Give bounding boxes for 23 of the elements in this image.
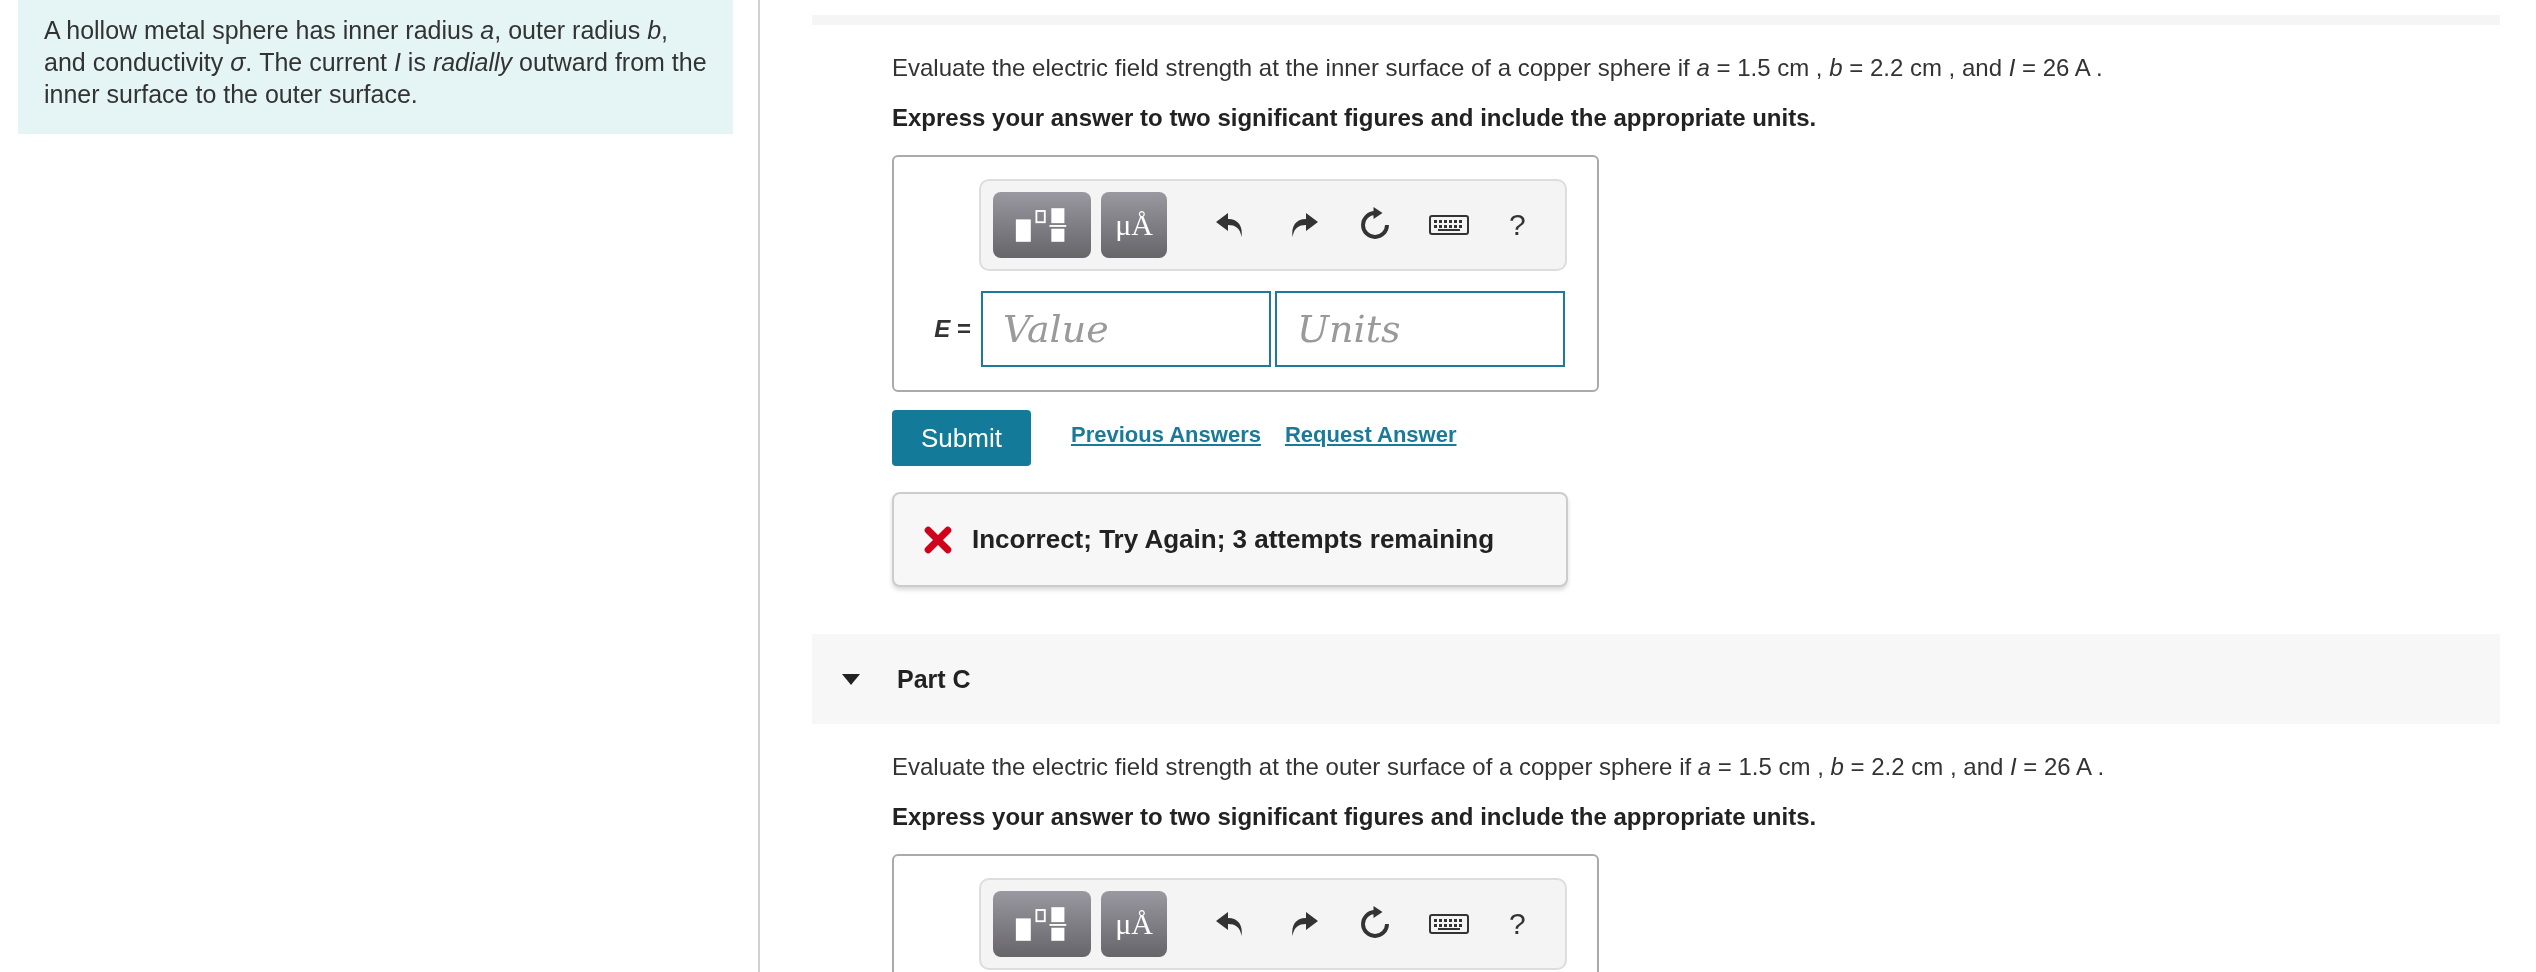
units-button[interactable]: μÅ	[1101, 891, 1167, 957]
help-button[interactable]: ?	[1503, 906, 1532, 942]
templates-button[interactable]	[993, 891, 1091, 957]
value-field[interactable]: Value	[981, 291, 1271, 367]
templates-button[interactable]	[993, 192, 1091, 258]
instruction-text: Express your answer to two significant figures and include the appropriate units.	[892, 103, 1818, 133]
keyboard-icon[interactable]	[1429, 214, 1469, 236]
question-text: Evaluate the electric field strength at the inner surface of a copper sphere if a = 1.5 cm , b = 2.2 cm , and I = 26 A .	[892, 53, 2104, 83]
units-button[interactable]: μÅ	[1101, 192, 1167, 258]
submit-button[interactable]: Submit	[892, 410, 1031, 466]
variable-label: E =	[933, 315, 972, 343]
question-text: Evaluate the electric field strength at the outer surface of a copper sphere if a = 1.5 cm , b = 2.2 cm , and I = 26 A .	[892, 752, 2106, 782]
help-button[interactable]: ?	[1503, 207, 1532, 243]
answer-link[interactable]: Request Answer	[1284, 422, 1457, 448]
intro-text: A hollow metal sphere has inner radius a, outer radius b, and conductivity σ. The current I is radially outward from the inner surface to the outer surface.	[44, 15, 707, 110]
answer-link[interactable]: Previous Answers	[1071, 422, 1261, 448]
cross-icon	[924, 525, 952, 554]
part-header[interactable]: Part C	[812, 634, 2500, 724]
units-field[interactable]: Units	[1275, 291, 1565, 367]
feedback-text: Incorrect; Try Again; 3 attempts remaining	[972, 524, 1495, 555]
part-title: Part C	[897, 664, 971, 694]
instruction-text: Express your answer to two significant figures and include the appropriate units.	[892, 802, 1818, 832]
keyboard-icon[interactable]	[1429, 913, 1469, 935]
